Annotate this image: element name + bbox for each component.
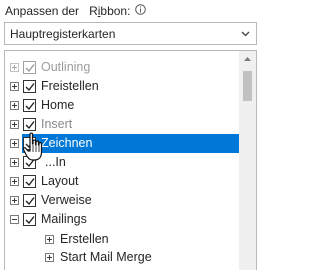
tree-item-add-ins[interactable]: ...In <box>5 153 239 172</box>
expand-plus-icon[interactable] <box>45 235 54 244</box>
info-icon[interactable] <box>134 4 146 18</box>
customize-ribbon-label: Anpassen der Ribbon: <box>5 4 146 18</box>
tree-item-start-mail-merge[interactable]: Start Mail Merge <box>5 248 239 267</box>
tree-item-label: Zeichnen <box>41 136 93 150</box>
tree-item-outlining[interactable]: Outlining <box>5 58 239 77</box>
scroll-up-arrow-icon[interactable] <box>239 51 256 68</box>
checkbox-home[interactable] <box>23 99 36 112</box>
tree-item-label: Mailings <box>41 212 87 226</box>
checkbox-insert[interactable] <box>23 118 36 131</box>
tree-item-mailings[interactable]: Mailings <box>5 210 239 229</box>
checkbox-freistellen[interactable] <box>23 80 36 93</box>
chevron-down-icon <box>241 31 250 37</box>
tree-item-label: Start Mail Merge <box>60 250 152 264</box>
tree-item-layout[interactable]: Layout <box>5 172 239 191</box>
dropdown-value: Hauptregisterkarten <box>10 27 116 41</box>
ribbon-tabs-dropdown[interactable]: Hauptregisterkarten <box>4 22 257 45</box>
expand-plus-icon[interactable] <box>10 101 19 110</box>
expand-plus-icon[interactable] <box>10 158 19 167</box>
tree-item-label: ...In <box>45 155 66 169</box>
expand-plus-icon[interactable] <box>10 139 19 148</box>
checkbox-layout[interactable] <box>23 175 36 188</box>
tree-item-label: Layout <box>41 174 79 188</box>
checkbox-verweise[interactable] <box>23 194 36 207</box>
tree-item-label: Home <box>41 98 75 112</box>
checkbox-mailings[interactable] <box>23 213 36 226</box>
vertical-scrollbar[interactable] <box>239 51 256 270</box>
expand-plus-icon[interactable] <box>10 177 19 186</box>
tree-item-insert[interactable]: Insert <box>5 115 239 134</box>
tree-item-freistellen[interactable]: Freistellen <box>5 77 239 96</box>
tree-item-erstellen[interactable]: Erstellen <box>5 230 239 249</box>
tree-item-label: Insert <box>41 117 73 131</box>
expand-plus-icon[interactable] <box>45 253 54 262</box>
expand-plus-icon[interactable] <box>10 196 19 205</box>
tree-item-verweise[interactable]: Verweise <box>5 191 239 210</box>
tree-item-label: Freistellen <box>41 79 99 93</box>
tree-item-zeichnen[interactable]: Zeichnen <box>5 134 239 153</box>
customize-label: Anpassen der <box>5 4 80 18</box>
tree-item-label: Erstellen <box>60 232 109 246</box>
collapse-minus-icon[interactable] <box>10 215 19 224</box>
tree-item-home[interactable]: Home <box>5 96 239 115</box>
scrollbar-thumb[interactable] <box>243 71 252 101</box>
expand-plus-icon[interactable] <box>10 63 19 72</box>
tree-item-label: Verweise <box>41 193 92 207</box>
checkbox-outlining[interactable] <box>23 61 36 74</box>
tree-item-label: Outlining <box>41 60 91 74</box>
expand-plus-icon[interactable] <box>10 120 19 129</box>
ribbon-tree: Outlining Freistellen Home Insert Zeichn… <box>4 50 257 270</box>
expand-plus-icon[interactable] <box>10 82 19 91</box>
checkbox-zeichnen[interactable] <box>23 137 36 150</box>
checkbox-add-ins[interactable] <box>23 156 36 169</box>
ribbon-label: Ribbon: <box>89 4 131 18</box>
